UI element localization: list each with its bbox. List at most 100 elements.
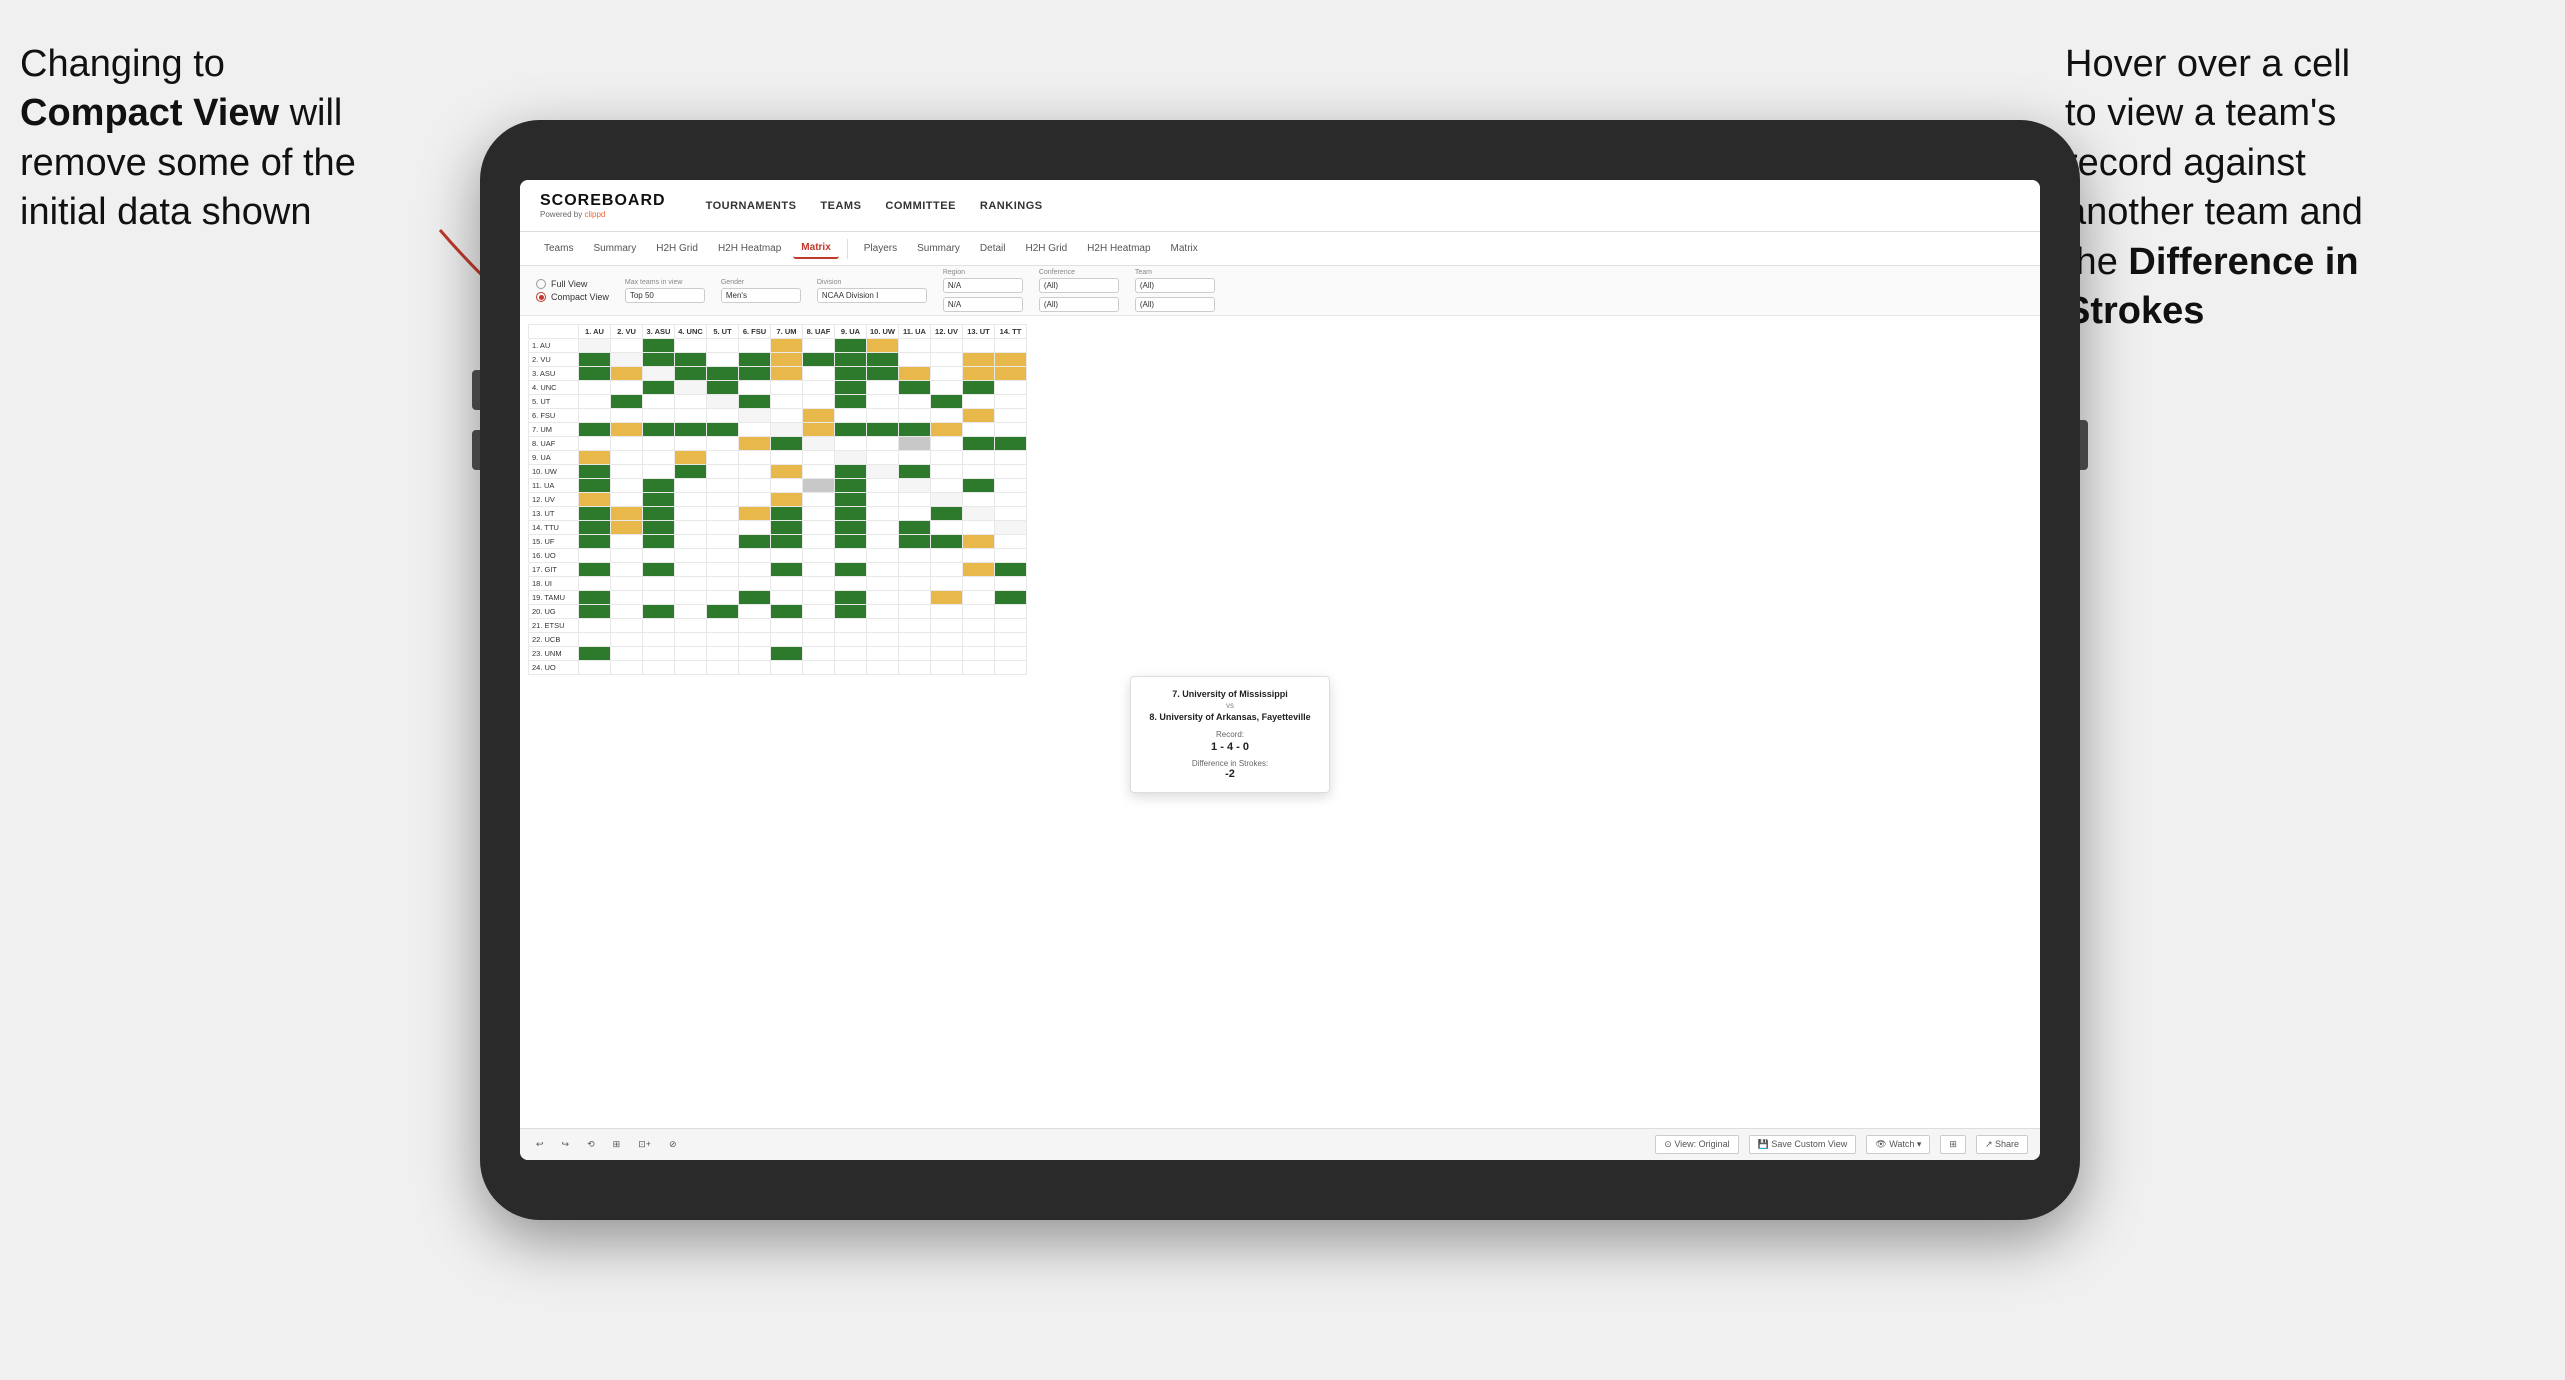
matrix-cell[interactable] (707, 465, 739, 479)
matrix-cell[interactable] (867, 619, 899, 633)
matrix-cell[interactable] (995, 605, 1027, 619)
matrix-cell[interactable] (771, 339, 803, 353)
matrix-cell[interactable] (611, 661, 643, 675)
matrix-cell[interactable] (931, 353, 963, 367)
matrix-cell[interactable] (867, 591, 899, 605)
matrix-cell[interactable] (963, 381, 995, 395)
subnav-players[interactable]: Players (856, 239, 905, 258)
matrix-cell[interactable] (995, 353, 1027, 367)
matrix-cell[interactable] (611, 493, 643, 507)
matrix-cell[interactable] (803, 451, 835, 465)
matrix-cell[interactable] (675, 633, 707, 647)
matrix-cell[interactable] (675, 409, 707, 423)
matrix-cell[interactable] (707, 395, 739, 409)
matrix-cell[interactable] (899, 479, 931, 493)
matrix-cell[interactable] (643, 633, 675, 647)
matrix-cell[interactable] (707, 437, 739, 451)
matrix-cell[interactable] (675, 367, 707, 381)
matrix-cell[interactable] (963, 591, 995, 605)
matrix-cell[interactable] (899, 661, 931, 675)
matrix-cell[interactable] (899, 339, 931, 353)
matrix-cell[interactable] (867, 493, 899, 507)
matrix-cell[interactable] (611, 465, 643, 479)
subnav-detail[interactable]: Detail (972, 239, 1014, 258)
matrix-cell[interactable] (867, 465, 899, 479)
toolbar-undo[interactable]: ↩ (532, 1137, 548, 1152)
matrix-cell[interactable] (739, 339, 771, 353)
matrix-cell[interactable] (899, 451, 931, 465)
matrix-cell[interactable] (963, 367, 995, 381)
nav-tournaments[interactable]: TOURNAMENTS (706, 196, 797, 216)
matrix-cell[interactable] (931, 661, 963, 675)
matrix-cell[interactable] (739, 479, 771, 493)
matrix-cell[interactable] (867, 521, 899, 535)
matrix-cell[interactable] (707, 409, 739, 423)
matrix-cell[interactable] (899, 507, 931, 521)
matrix-cell[interactable] (675, 647, 707, 661)
matrix-cell[interactable] (931, 423, 963, 437)
matrix-cell[interactable] (771, 451, 803, 465)
matrix-cell[interactable] (579, 465, 611, 479)
subnav-h2h-heatmap2[interactable]: H2H Heatmap (1079, 239, 1158, 258)
matrix-cell[interactable] (707, 619, 739, 633)
matrix-cell[interactable] (803, 353, 835, 367)
matrix-cell[interactable] (611, 535, 643, 549)
matrix-cell[interactable] (803, 633, 835, 647)
matrix-cell[interactable] (675, 423, 707, 437)
matrix-cell[interactable] (899, 605, 931, 619)
matrix-cell[interactable] (611, 367, 643, 381)
matrix-cell[interactable] (643, 395, 675, 409)
matrix-cell[interactable] (963, 535, 995, 549)
matrix-cell[interactable] (867, 367, 899, 381)
matrix-cell[interactable] (579, 521, 611, 535)
matrix-cell[interactable] (899, 619, 931, 633)
matrix-cell[interactable] (803, 577, 835, 591)
subnav-summary1[interactable]: Summary (585, 239, 644, 258)
toolbar-reset[interactable]: ⊘ (665, 1137, 681, 1152)
matrix-cell[interactable] (707, 493, 739, 507)
matrix-cell[interactable] (899, 633, 931, 647)
matrix-cell[interactable] (803, 507, 835, 521)
matrix-cell[interactable] (739, 409, 771, 423)
matrix-cell[interactable] (771, 493, 803, 507)
matrix-cell[interactable] (963, 563, 995, 577)
matrix-cell[interactable] (995, 521, 1027, 535)
matrix-cell[interactable] (771, 465, 803, 479)
matrix-cell[interactable] (739, 563, 771, 577)
matrix-cell[interactable] (867, 437, 899, 451)
matrix-cell[interactable] (835, 367, 867, 381)
matrix-cell[interactable] (579, 535, 611, 549)
matrix-cell[interactable] (803, 437, 835, 451)
matrix-cell[interactable] (931, 451, 963, 465)
matrix-cell[interactable] (579, 339, 611, 353)
matrix-cell[interactable] (707, 549, 739, 563)
matrix-cell[interactable] (899, 591, 931, 605)
matrix-cell[interactable] (643, 591, 675, 605)
matrix-cell[interactable] (643, 353, 675, 367)
matrix-cell[interactable] (579, 507, 611, 521)
subnav-matrix1[interactable]: Matrix (793, 238, 838, 259)
matrix-cell[interactable] (739, 661, 771, 675)
matrix-cell[interactable] (771, 591, 803, 605)
matrix-cell[interactable] (739, 451, 771, 465)
radio-compact-view[interactable]: Compact View (536, 292, 609, 302)
matrix-cell[interactable] (739, 423, 771, 437)
matrix-cell[interactable] (963, 521, 995, 535)
matrix-cell[interactable] (643, 423, 675, 437)
matrix-cell[interactable] (995, 465, 1027, 479)
matrix-cell[interactable] (771, 535, 803, 549)
matrix-cell[interactable] (931, 647, 963, 661)
matrix-cell[interactable] (995, 479, 1027, 493)
matrix-cell[interactable] (771, 563, 803, 577)
matrix-cell[interactable] (771, 507, 803, 521)
matrix-cell[interactable] (739, 535, 771, 549)
matrix-cell[interactable] (675, 619, 707, 633)
matrix-cell[interactable] (803, 479, 835, 493)
matrix-cell[interactable] (739, 493, 771, 507)
matrix-cell[interactable] (643, 549, 675, 563)
matrix-cell[interactable] (611, 479, 643, 493)
matrix-cell[interactable] (643, 479, 675, 493)
matrix-cell[interactable] (931, 395, 963, 409)
matrix-cell[interactable] (931, 367, 963, 381)
matrix-cell[interactable] (771, 521, 803, 535)
